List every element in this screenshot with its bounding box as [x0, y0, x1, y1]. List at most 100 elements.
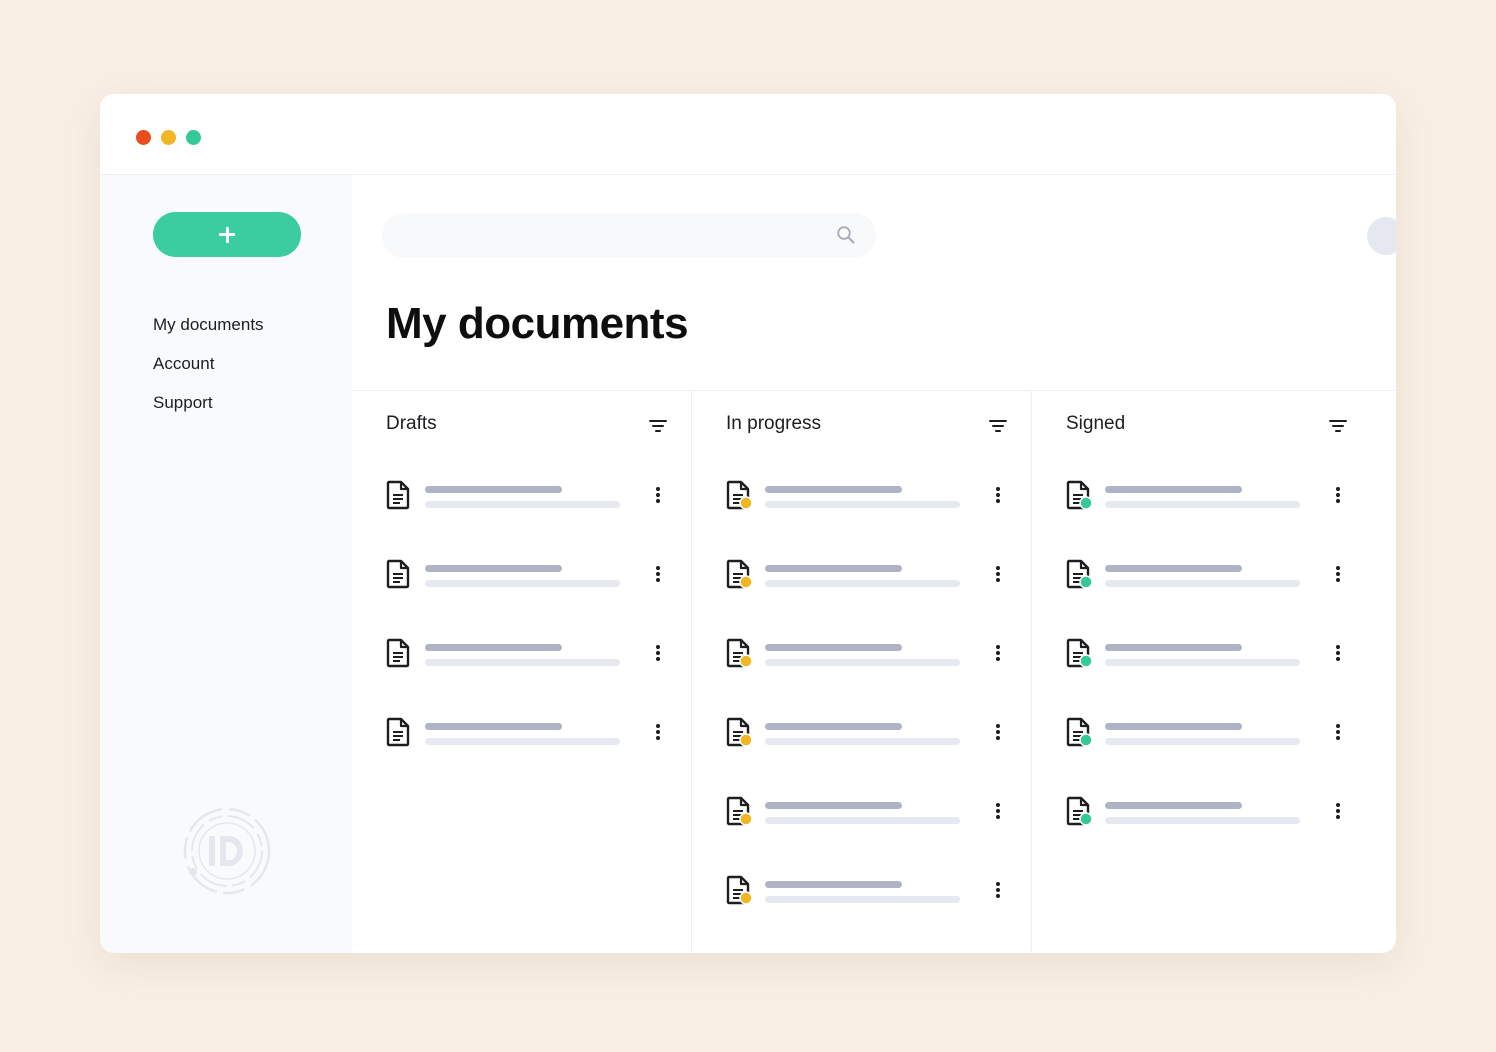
document-row[interactable]: [692, 558, 1032, 608]
document-row[interactable]: [1032, 637, 1372, 687]
document-icon: [1066, 796, 1092, 826]
more-options-icon[interactable]: [1330, 643, 1346, 663]
id-logo-icon: [183, 807, 271, 895]
document-meta-placeholder: [425, 659, 620, 666]
document-title-placeholder: [765, 723, 902, 730]
title-bar: [100, 94, 1396, 175]
search-icon[interactable]: [836, 225, 856, 245]
sidebar-item-account[interactable]: Account: [153, 353, 264, 392]
more-options-icon[interactable]: [650, 722, 666, 742]
more-options-icon[interactable]: [650, 485, 666, 505]
document-meta-placeholder: [765, 738, 960, 745]
document-title-placeholder: [425, 723, 562, 730]
document-row[interactable]: [1032, 558, 1372, 608]
more-options-icon[interactable]: [1330, 801, 1346, 821]
document-row[interactable]: [692, 795, 1032, 845]
document-title-placeholder: [1105, 802, 1242, 809]
document-row[interactable]: [1032, 795, 1372, 845]
document-meta-placeholder: [425, 580, 620, 587]
document-meta-placeholder: [1105, 501, 1300, 508]
document-icon: [1066, 717, 1092, 747]
document-icon: [726, 559, 752, 589]
document-icon: [386, 480, 410, 510]
document-row[interactable]: [352, 716, 692, 766]
close-window-button[interactable]: [136, 130, 151, 145]
document-icon: [726, 875, 752, 905]
maximize-window-button[interactable]: [186, 130, 201, 145]
document-row[interactable]: [352, 479, 692, 529]
document-icon: [386, 559, 410, 589]
document-row[interactable]: [352, 637, 692, 687]
app-window: My documents Account Support My document…: [100, 94, 1396, 953]
document-title-placeholder: [425, 644, 562, 651]
column-signed: Signed: [1031, 391, 1371, 953]
document-title-placeholder: [1105, 565, 1242, 572]
document-meta-placeholder: [1105, 659, 1300, 666]
document-title-placeholder: [765, 881, 902, 888]
more-options-icon[interactable]: [990, 880, 1006, 900]
document-meta-placeholder: [765, 580, 960, 587]
document-meta-placeholder: [765, 659, 960, 666]
document-meta-placeholder: [1105, 580, 1300, 587]
search-bar: [382, 213, 876, 258]
document-title-placeholder: [765, 644, 902, 651]
document-icon: [1066, 480, 1092, 510]
column-drafts: Drafts: [352, 391, 692, 953]
more-options-icon[interactable]: [1330, 485, 1346, 505]
document-title-placeholder: [425, 565, 562, 572]
document-meta-placeholder: [765, 501, 960, 508]
document-row[interactable]: [692, 637, 1032, 687]
more-options-icon[interactable]: [990, 485, 1006, 505]
more-options-icon[interactable]: [1330, 722, 1346, 742]
document-icon: [1066, 559, 1092, 589]
new-document-button[interactable]: [153, 212, 301, 257]
minimize-window-button[interactable]: [161, 130, 176, 145]
document-row[interactable]: [1032, 479, 1372, 529]
document-meta-placeholder: [425, 501, 620, 508]
document-title-placeholder: [765, 565, 902, 572]
column-title: In progress: [726, 413, 822, 434]
document-meta-placeholder: [1105, 738, 1300, 745]
sidebar: My documents Account Support: [100, 175, 352, 953]
main-content: My documents Drafts In progress Signed: [352, 175, 1396, 953]
document-title-placeholder: [425, 486, 562, 493]
filter-icon[interactable]: [1329, 419, 1347, 433]
document-row[interactable]: [692, 716, 1032, 766]
more-options-icon[interactable]: [650, 564, 666, 584]
document-title-placeholder: [765, 802, 902, 809]
search-input[interactable]: [382, 213, 822, 258]
document-meta-placeholder: [1105, 817, 1300, 824]
sidebar-item-support[interactable]: Support: [153, 392, 264, 431]
document-row[interactable]: [692, 874, 1032, 924]
documents-board: Drafts In progress Signed: [352, 390, 1396, 953]
document-title-placeholder: [765, 486, 902, 493]
more-options-icon[interactable]: [990, 722, 1006, 742]
document-icon: [726, 480, 752, 510]
document-title-placeholder: [1105, 486, 1242, 493]
filter-icon[interactable]: [989, 419, 1007, 433]
more-options-icon[interactable]: [1330, 564, 1346, 584]
more-options-icon[interactable]: [990, 564, 1006, 584]
notifications-avatar[interactable]: [1367, 217, 1396, 255]
sidebar-item-my-documents[interactable]: My documents: [153, 314, 264, 353]
document-icon: [726, 717, 752, 747]
document-meta-placeholder: [765, 896, 960, 903]
document-row[interactable]: [1032, 716, 1372, 766]
document-row[interactable]: [352, 558, 692, 608]
document-icon: [386, 717, 410, 747]
document-title-placeholder: [1105, 644, 1242, 651]
document-meta-placeholder: [765, 817, 960, 824]
page-title: My documents: [386, 299, 689, 348]
sidebar-nav: My documents Account Support: [153, 314, 264, 431]
filter-icon[interactable]: [649, 419, 667, 433]
more-options-icon[interactable]: [990, 643, 1006, 663]
document-title-placeholder: [1105, 723, 1242, 730]
document-icon: [1066, 638, 1092, 668]
column-title: Drafts: [386, 413, 437, 434]
column-in-progress: In progress: [691, 391, 1031, 953]
more-options-icon[interactable]: [650, 643, 666, 663]
document-row[interactable]: [692, 479, 1032, 529]
column-title: Signed: [1066, 413, 1126, 434]
document-icon: [386, 638, 410, 668]
more-options-icon[interactable]: [990, 801, 1006, 821]
